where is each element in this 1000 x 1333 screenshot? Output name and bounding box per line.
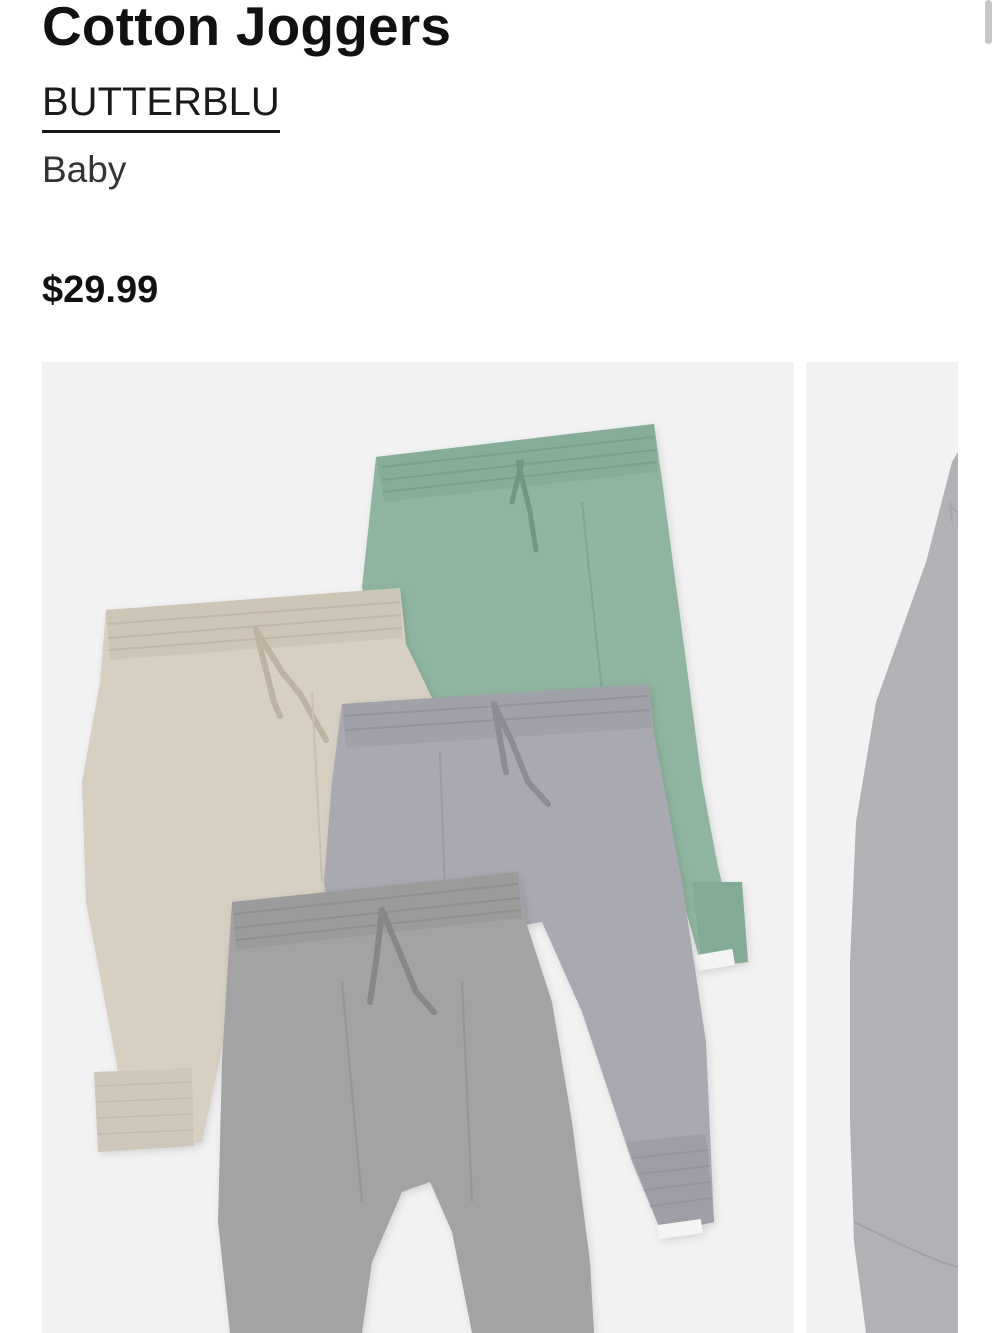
product-title: Cotton Joggers	[42, 0, 452, 57]
scrollbar-thumb[interactable]	[985, 0, 992, 44]
brand-link[interactable]: BUTTERBLU	[42, 78, 280, 133]
image-carousel[interactable]	[42, 362, 958, 1333]
product-price: $29.99	[42, 269, 159, 311]
joggers-illustration	[82, 424, 748, 1333]
next-image-preview	[850, 452, 958, 1333]
product-image-joggers-4-pack[interactable]	[42, 362, 794, 1333]
heather-grey-joggers	[218, 872, 594, 1333]
product-category: Baby	[42, 149, 127, 190]
product-image-next-partial[interactable]	[806, 362, 958, 1333]
product-page: Cotton Joggers BUTTERBLU Baby $29.99	[0, 0, 1000, 1333]
